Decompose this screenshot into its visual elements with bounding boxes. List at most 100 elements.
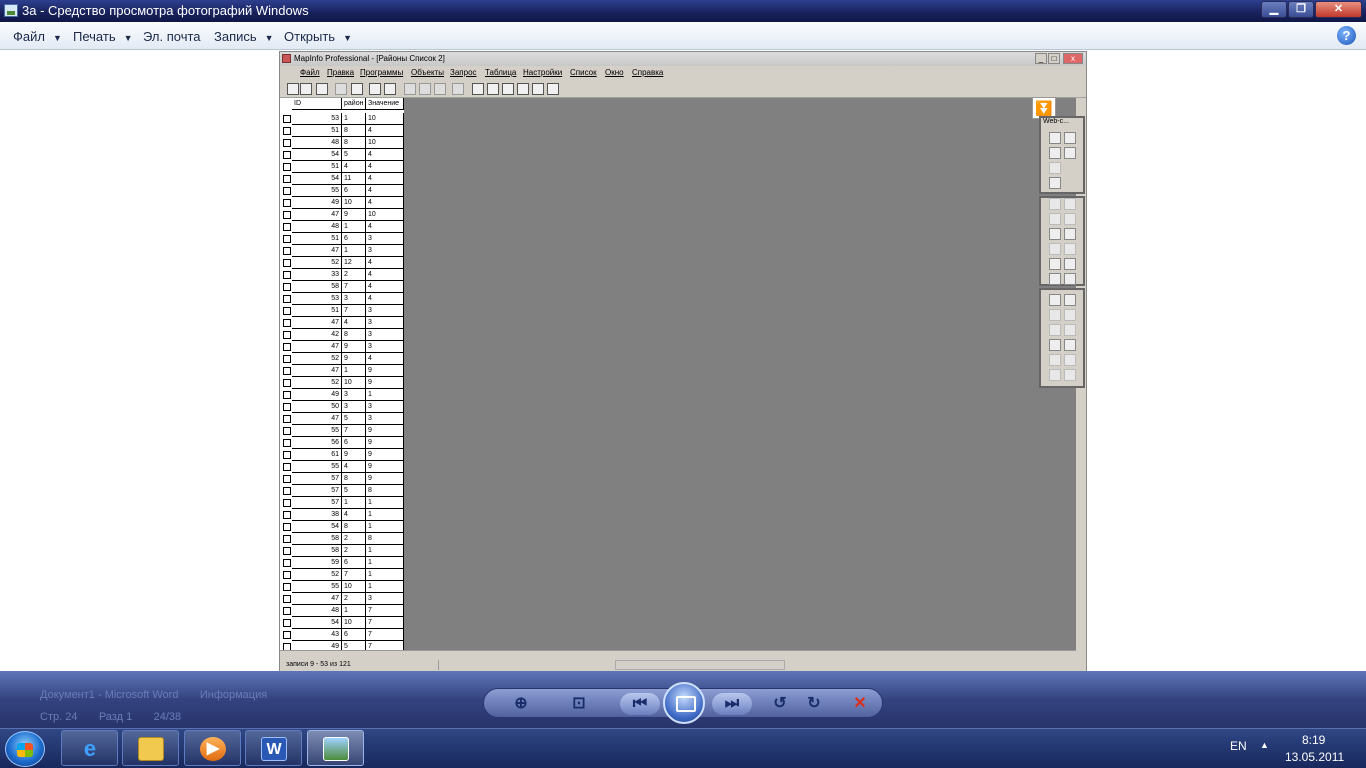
table-cell: 9	[366, 425, 404, 437]
table-row: 54 10 7	[280, 617, 404, 629]
mapinfo-statusbar: записи 9 - 53 из 121	[280, 659, 1086, 671]
table-cell: 50	[292, 401, 342, 413]
table-row: 42 8 3	[280, 329, 404, 341]
palette-tool-icon	[1049, 339, 1061, 351]
minimize-button[interactable]: ▁	[1261, 1, 1287, 18]
table-cell: 51	[292, 233, 342, 245]
menu-burn-label: Запись	[214, 29, 257, 44]
word-icon: W	[261, 737, 287, 761]
palette-tool-icon	[1049, 228, 1061, 240]
table-row: 47 4 3	[280, 317, 404, 329]
table-cell: 4	[366, 161, 404, 173]
palette-tool-icon	[1064, 228, 1076, 240]
table-row: 47 9 3	[280, 341, 404, 353]
table-cell: 8	[342, 125, 366, 137]
row-checkbox	[283, 583, 291, 591]
table-row: 55 6 4	[280, 185, 404, 197]
table-cell: 10	[342, 617, 366, 629]
fit-window-icon[interactable]: ⊡	[566, 693, 592, 715]
taskbar-media-player[interactable]: ▶	[184, 730, 241, 766]
previous-icon[interactable]: ⏮	[620, 693, 660, 715]
language-indicator[interactable]: EN	[1230, 739, 1247, 753]
taskbar-word[interactable]: W	[245, 730, 302, 766]
table-cell: 55	[292, 425, 342, 437]
column-header: ID	[292, 98, 342, 110]
chevron-down-icon: ▼	[123, 33, 133, 43]
toolbar-button-icon	[369, 83, 381, 95]
row-checkbox	[283, 619, 291, 627]
taskbar-explorer[interactable]	[122, 730, 179, 766]
row-checkbox	[283, 295, 291, 303]
mapinfo-menu-item: Запрос	[450, 68, 477, 77]
table-cell: 3	[366, 593, 404, 605]
table-cell: 10	[342, 581, 366, 593]
table-cell: 4	[366, 197, 404, 209]
taskbar-photo-viewer[interactable]	[307, 730, 364, 766]
table-cell: 4	[366, 149, 404, 161]
close-button[interactable]: ✕	[1315, 1, 1362, 18]
table-cell: 9	[342, 341, 366, 353]
clock-date[interactable]: 13.05.2011	[1285, 750, 1344, 764]
table-cell: 5	[342, 413, 366, 425]
row-checkbox	[283, 151, 291, 159]
table-cell: 6	[342, 629, 366, 641]
menu-email[interactable]: Эл. почта	[143, 29, 201, 44]
mapinfo-menu-bar: Файл Правка Программы Объекты Запрос Таблица Н…	[280, 66, 1086, 80]
table-cell: 10	[342, 377, 366, 389]
table-cell: 58	[292, 533, 342, 545]
palette-tool-icon	[1064, 324, 1076, 336]
table-cell: 4	[342, 509, 366, 521]
row-checkbox	[283, 235, 291, 243]
row-checkbox	[283, 547, 291, 555]
table-cell: 3	[342, 293, 366, 305]
help-icon[interactable]: ?	[1337, 26, 1356, 45]
folder-icon	[138, 737, 164, 761]
menu-file[interactable]: Файл ▼	[13, 29, 62, 44]
table-cell: 61	[292, 449, 342, 461]
menu-print[interactable]: Печать ▼	[73, 29, 133, 44]
mapinfo-icon	[282, 54, 291, 63]
table-cell: 51	[292, 161, 342, 173]
rotate-cw-icon[interactable]: ↻	[801, 693, 827, 715]
menu-open[interactable]: Открыть ▼	[284, 29, 352, 44]
clock-time[interactable]: 8:19	[1302, 733, 1325, 747]
table-cell: 57	[292, 485, 342, 497]
palette-tool-icon	[1049, 243, 1061, 255]
table-row: 49 3 1	[280, 389, 404, 401]
table-cell: 3	[366, 317, 404, 329]
table-row: 53 3 4	[280, 293, 404, 305]
palette-tool-icon	[1064, 147, 1076, 159]
row-checkbox	[283, 139, 291, 147]
table-cell: 9	[366, 449, 404, 461]
table-cell: 2	[342, 269, 366, 281]
row-checkbox	[283, 259, 291, 267]
row-checkbox	[283, 643, 291, 650]
row-checkbox	[283, 307, 291, 315]
zoom-icon[interactable]: ⊕	[508, 693, 534, 715]
table-cell: 47	[292, 365, 342, 377]
table-cell: 3	[342, 389, 366, 401]
slideshow-button[interactable]	[663, 682, 705, 724]
tray-expand-icon[interactable]: ▲	[1260, 740, 1269, 750]
row-checkbox	[283, 607, 291, 615]
mapinfo-menu-item: Окно	[605, 68, 624, 77]
menu-burn[interactable]: Запись ▼	[214, 29, 274, 44]
table-cell: 47	[292, 209, 342, 221]
delete-icon[interactable]: ✕	[847, 693, 873, 715]
palette-tool-icon	[1049, 294, 1061, 306]
start-button[interactable]	[5, 731, 45, 767]
rotate-ccw-icon[interactable]: ↺	[767, 693, 793, 715]
table-row: 33 2 4	[280, 269, 404, 281]
row-checkbox	[283, 499, 291, 507]
maximize-button[interactable]: ❐	[1288, 1, 1314, 18]
table-row: 47 1 9	[280, 365, 404, 377]
table-cell: 4	[366, 173, 404, 185]
table-row: 52 7 1	[280, 569, 404, 581]
next-icon[interactable]: ⏭	[712, 693, 752, 715]
table-cell: 55	[292, 581, 342, 593]
taskbar-ie[interactable]: e	[61, 730, 118, 766]
table-row: 48 1 4	[280, 221, 404, 233]
table-row: 56 6 9	[280, 437, 404, 449]
mapinfo-titlebar: MapInfo Professional - [Районы Список 2]…	[280, 52, 1086, 66]
toolbar-button-icon	[547, 83, 559, 95]
